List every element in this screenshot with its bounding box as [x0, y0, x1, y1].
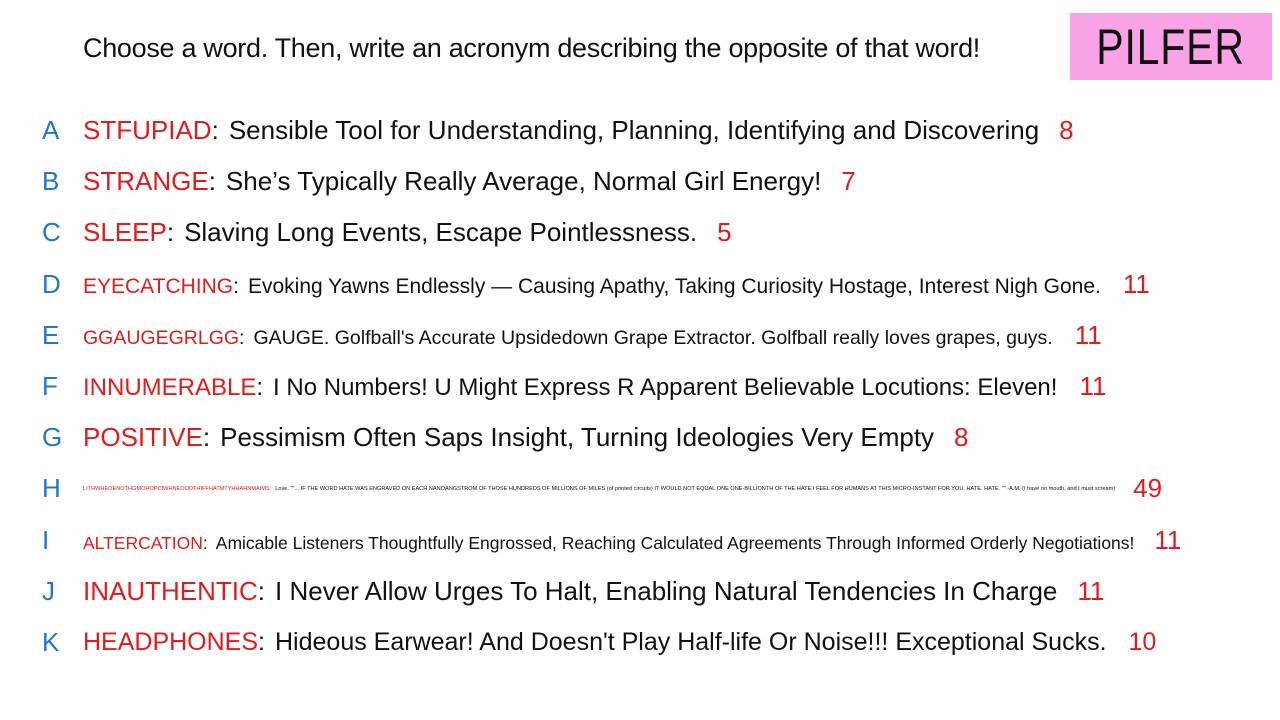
entry-i[interactable]: I ALTERCATION: Amicable Listeners Thought…: [0, 515, 1280, 566]
entry-letter: E: [42, 319, 60, 350]
entry-score: 11: [1122, 268, 1150, 299]
entry-score: 8: [954, 422, 969, 453]
entry-definition: GAUGE. Golfball's Accurate Upsidedown Gr…: [253, 326, 1053, 349]
entry-score: 5: [717, 217, 732, 248]
entry-h[interactable]: H LITHWHEOENOTHGMOHOPCIWHNEOODTHIFFHATMT…: [0, 463, 1280, 514]
entry-letter: K: [42, 626, 60, 657]
entry-letter: C: [42, 217, 61, 248]
entry-letter: I: [42, 524, 50, 555]
entry-k[interactable]: K HEADPHONES: Hideous Earwear! And Doesn'…: [0, 617, 1280, 668]
entry-f[interactable]: F INNUMERABLE: I No Numbers! U Might Expr…: [0, 361, 1280, 412]
entry-line: STFUPIAD: Sensible Tool for Understanding…: [83, 115, 1074, 146]
entry-letter: H: [42, 473, 61, 504]
entry-word: EYECATCHING: [83, 274, 234, 298]
entry-definition: Sensible Tool for Understanding, Plannin…: [228, 115, 1040, 146]
logo-text: PILFER: [1096, 18, 1246, 75]
entry-score: 11: [1077, 575, 1105, 606]
entry-letter: B: [42, 166, 60, 197]
entry-letter: D: [42, 268, 61, 299]
entry-letter: A: [42, 115, 60, 146]
entry-score: 10: [1128, 627, 1157, 656]
entry-score: 49: [1133, 473, 1163, 504]
entry-definition: Amicable Listeners Thoughtfully Engrosse…: [215, 532, 1135, 553]
entries-list: A STFUPIAD: Sensible Tool for Understandi…: [0, 105, 1280, 668]
entry-score: 11: [1079, 371, 1107, 402]
entry-line: LITHWHEOENOTHGMOHOPCIWHNEOODTHIFFHATMTYH…: [83, 473, 1163, 504]
entry-score: 11: [1074, 319, 1102, 350]
entry-e[interactable]: E GGAUGEGRLGG: GAUGE. Golfball's Accurate…: [0, 310, 1280, 361]
entry-definition: Slaving Long Events, Escape Pointlessnes…: [184, 217, 698, 248]
entry-definition: Pessimism Often Saps Insight, Turning Id…: [220, 422, 935, 453]
entry-definition: Love. ""... IF THE WORD HATE WAS ENGRAVE…: [275, 485, 1116, 492]
entry-word: INAUTHENTIC: [83, 575, 258, 606]
entry-score: 11: [1154, 524, 1182, 555]
entry-word: ALTERCATION: [83, 532, 203, 553]
pilfer-logo: PILFER: [1070, 13, 1272, 80]
entry-word: POSITIVE: [83, 422, 203, 453]
entry-line: HEADPHONES: Hideous Earwear! And Doesn't …: [83, 627, 1157, 656]
entry-g[interactable]: G POSITIVE: Pessimism Often Saps Insight,…: [0, 412, 1280, 463]
entry-word: LITHWHEOENOTHGMOHOPCIWHNEOODTHIFFHATMTYH…: [83, 485, 270, 492]
entry-letter: J: [42, 575, 55, 606]
prompt-text: Choose a word. Then, write an acronym de…: [83, 33, 981, 63]
entry-line: EYECATCHING: Evoking Yawns Endlessly — Ca…: [83, 268, 1150, 299]
entry-word: STFUPIAD: [83, 115, 212, 146]
entry-c[interactable]: C SLEEP: Slaving Long Events, Escape Poin…: [0, 207, 1280, 258]
entry-line: STRANGE: She’s Typically Really Average, …: [83, 166, 856, 197]
entry-letter: F: [42, 371, 58, 402]
entry-letter: G: [42, 422, 63, 453]
entry-score: 7: [841, 166, 856, 197]
entry-word: INNUMERABLE: [83, 374, 257, 402]
entry-d[interactable]: D EYECATCHING: Evoking Yawns Endlessly — …: [0, 259, 1280, 310]
entry-line: SLEEP: Slaving Long Events, Escape Pointl…: [83, 217, 732, 248]
entry-word: STRANGE: [83, 166, 209, 197]
entry-line: INNUMERABLE: I No Numbers! U Might Expres…: [83, 371, 1107, 402]
entry-word: GGAUGEGRLGG: [83, 326, 240, 349]
entry-line: GGAUGEGRLGG: GAUGE. Golfball's Accurate U…: [83, 319, 1102, 350]
entry-word: HEADPHONES: [83, 627, 259, 656]
game-screen: Choose a word. Then, write an acronym de…: [0, 0, 1280, 720]
entry-word: SLEEP: [83, 217, 167, 248]
entry-line: ALTERCATION: Amicable Listeners Thoughtfu…: [83, 524, 1182, 555]
entry-a[interactable]: A STFUPIAD: Sensible Tool for Understandi…: [0, 105, 1280, 156]
entry-definition: Evoking Yawns Endlessly — Causing Apathy…: [247, 274, 1101, 298]
entry-definition: Hideous Earwear! And Doesn't Play Half-l…: [275, 627, 1107, 656]
entry-line: POSITIVE: Pessimism Often Saps Insight, T…: [83, 422, 969, 453]
entry-j[interactable]: J INAUTHENTIC: I Never Allow Urges To Hal…: [0, 566, 1280, 617]
entry-line: INAUTHENTIC: I Never Allow Urges To Halt,…: [83, 575, 1105, 606]
entry-definition: I No Numbers! U Might Express R Apparent…: [273, 374, 1058, 402]
entry-score: 8: [1059, 115, 1074, 146]
entry-definition: I Never Allow Urges To Halt, Enabling Na…: [275, 575, 1058, 606]
entry-definition: She’s Typically Really Average, Normal G…: [225, 166, 822, 197]
entry-b[interactable]: B STRANGE: She’s Typically Really Average…: [0, 156, 1280, 207]
